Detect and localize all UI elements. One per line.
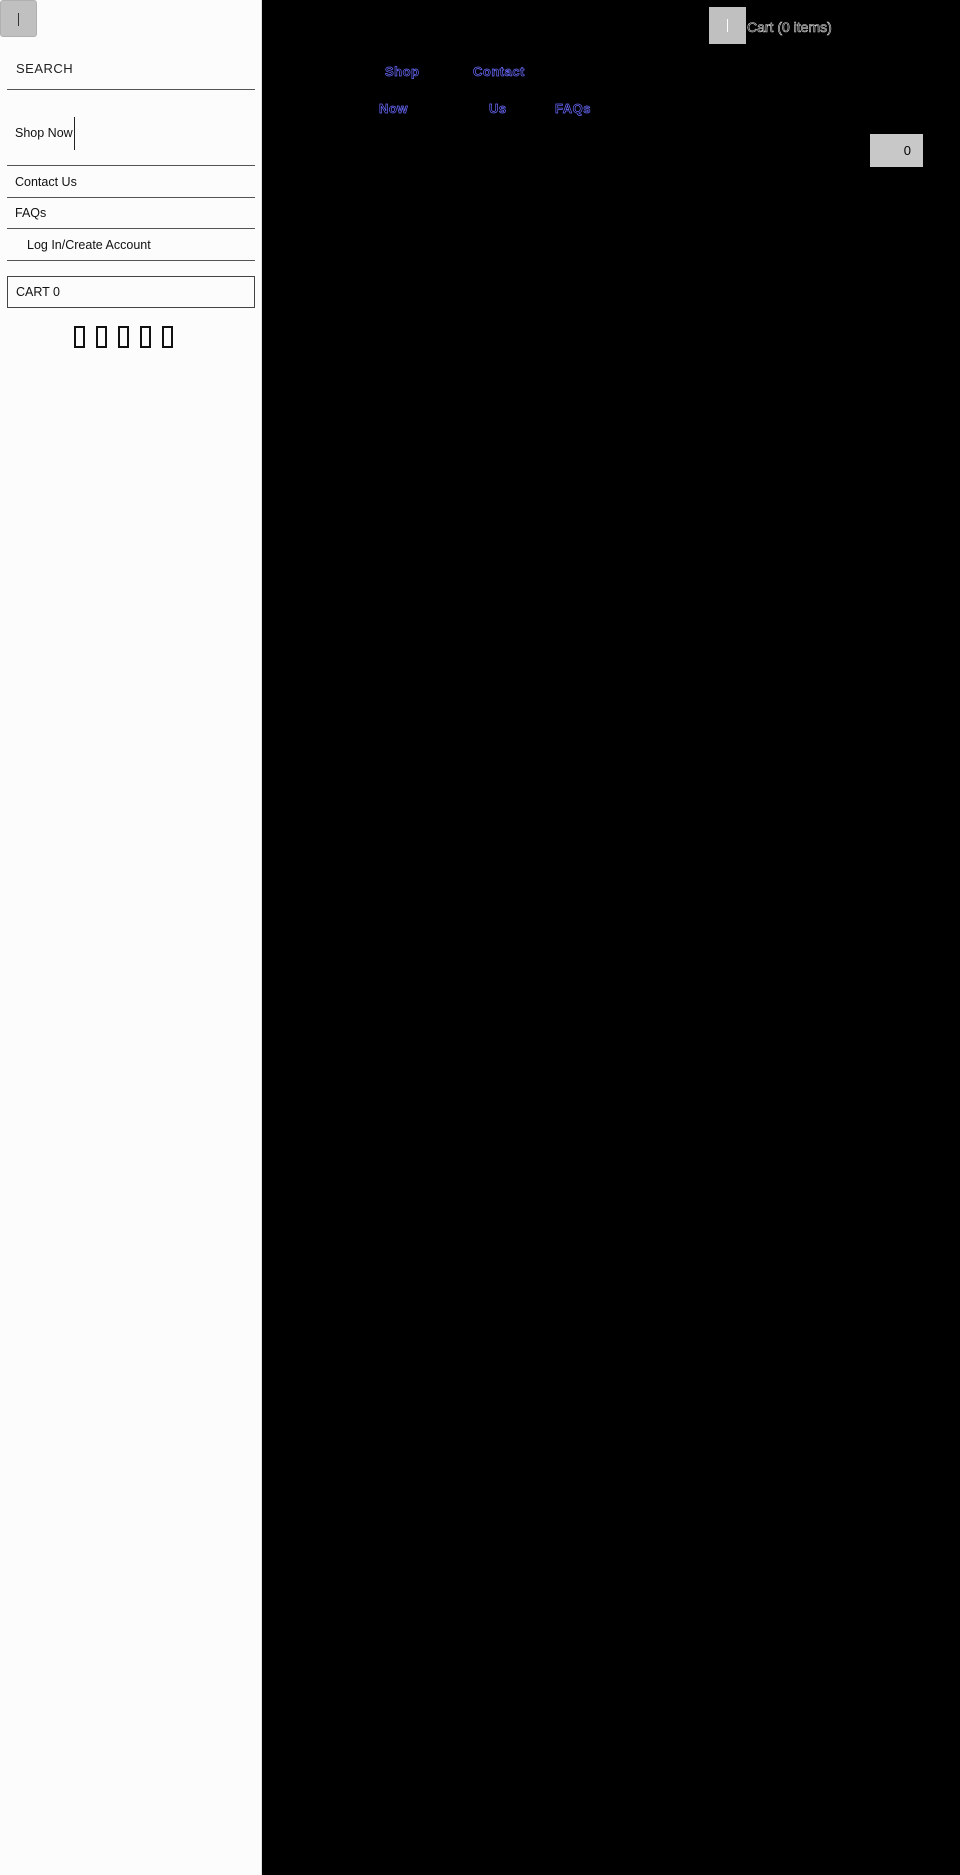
- sidebar-item-contact-us[interactable]: Contact Us: [7, 166, 255, 198]
- nav-faqs[interactable]: FAQs: [555, 101, 591, 117]
- sidebar-drawer: SEARCH Shop Now Contact Us FAQs Log In/C…: [0, 0, 262, 1875]
- sidebar-close-button[interactable]: [0, 0, 37, 37]
- sidebar-item-label: Shop Now: [15, 125, 73, 140]
- nav-shop-now-line2[interactable]: Now: [379, 101, 408, 117]
- text-cursor-icon: [74, 117, 75, 150]
- social-icon-1[interactable]: [74, 326, 85, 348]
- header-menu-button[interactable]: [709, 7, 746, 44]
- menu-icon: [727, 19, 728, 32]
- social-links: [74, 326, 173, 352]
- nav-shop-now-line1[interactable]: Shop: [385, 64, 420, 80]
- sidebar-item-label: Contact Us: [15, 174, 77, 189]
- menu-icon: [18, 13, 19, 26]
- nav-contact-us-line2[interactable]: Us: [489, 101, 507, 117]
- cart-label: CART 0: [16, 285, 61, 299]
- social-icon-2[interactable]: [96, 326, 107, 348]
- cart-count-value: 0: [903, 143, 911, 158]
- nav-contact-us-line1[interactable]: Contact: [473, 64, 525, 80]
- sidebar-cart-button[interactable]: CART 0: [7, 276, 255, 308]
- cart-count-badge[interactable]: 0: [870, 134, 923, 167]
- social-icon-5[interactable]: [162, 326, 173, 348]
- header-cart-link[interactable]: Cart (0 items): [747, 19, 832, 36]
- sidebar-search[interactable]: SEARCH: [7, 52, 255, 90]
- sidebar-item-faqs[interactable]: FAQs: [7, 198, 255, 229]
- sidebar-item-label: Log In/Create Account: [27, 237, 151, 252]
- sidebar-item-shop-now[interactable]: Shop Now: [7, 100, 255, 166]
- sidebar-item-login[interactable]: Log In/Create Account: [7, 229, 255, 261]
- social-icon-4[interactable]: [140, 326, 151, 348]
- sidebar-item-label: FAQs: [15, 206, 47, 220]
- search-label: SEARCH: [16, 61, 74, 76]
- social-icon-3[interactable]: [118, 326, 129, 348]
